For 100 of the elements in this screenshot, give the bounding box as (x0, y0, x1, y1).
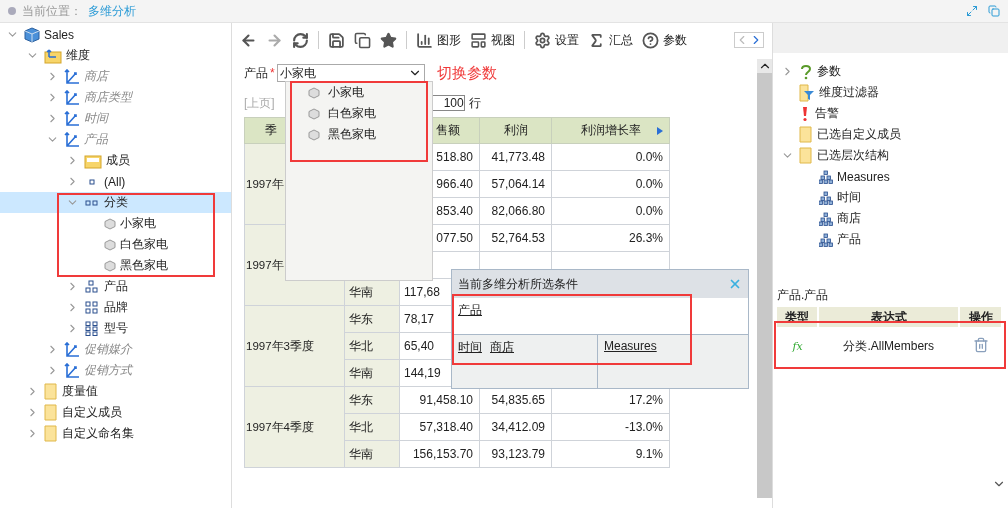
hierarchy-icon (819, 211, 833, 226)
toolbar-button[interactable]: 视图 (470, 31, 515, 49)
parameter-label: 产品 (244, 64, 268, 82)
tree-item[interactable]: 产品 (0, 276, 231, 297)
table-cell: 0.0% (551, 170, 670, 198)
close-icon[interactable] (728, 277, 742, 291)
tree-item[interactable]: 产品 (779, 229, 1008, 250)
member-icon (104, 259, 116, 272)
tree-item[interactable]: 商店类型 (0, 87, 231, 108)
document-icon (354, 31, 371, 49)
vertical-scrollbar[interactable] (757, 59, 772, 498)
column-header: 利润 (479, 117, 552, 144)
tree-item[interactable]: 黑色家电 (0, 255, 231, 276)
delete-icon[interactable] (972, 336, 989, 353)
table-cell: 93,123.79 (479, 440, 552, 468)
tree-item[interactable]: 参数 (779, 61, 1008, 82)
tree-item[interactable]: 告警 (779, 103, 1008, 124)
condition-link[interactable]: 时间 (458, 339, 482, 356)
hierarchy-icon (819, 190, 833, 205)
member-icon (104, 217, 116, 230)
toolbar-icon-button[interactable] (240, 31, 257, 49)
tree-item[interactable]: 自定义命名集 (0, 423, 231, 444)
toolbar-icon-button[interactable] (292, 31, 309, 49)
tree-item[interactable]: 时间 (779, 187, 1008, 208)
tree-item[interactable]: (All) (0, 171, 231, 192)
tree-item[interactable]: 维度 (0, 45, 231, 66)
axis-icon (64, 68, 80, 85)
tree-item[interactable]: 已选自定义成员 (779, 124, 1008, 145)
member-icon (308, 107, 320, 120)
table-cell: 41,773.48 (479, 143, 552, 171)
tree-item[interactable]: 商店 (779, 208, 1008, 229)
tree-item[interactable]: 商店 (0, 66, 231, 87)
back-icon (240, 31, 257, 49)
member-icon (308, 128, 320, 141)
member-icon (308, 86, 320, 99)
condition-link[interactable]: 商店 (490, 339, 514, 356)
breadcrumb-label: 当前位置： (22, 2, 82, 20)
scroll-arrows[interactable] (734, 32, 764, 48)
unit-label: 行 (468, 94, 481, 112)
axis-icon (64, 110, 80, 127)
toolbar-icon-button[interactable] (354, 31, 371, 49)
tree-item[interactable]: 分类 (0, 192, 231, 213)
tree-item[interactable]: 促销媒介 (0, 339, 231, 360)
tree-item[interactable]: 小家电 (0, 213, 231, 234)
folder-icon (84, 152, 102, 169)
parameter-select[interactable]: 小家电 (276, 64, 425, 82)
table-cell: 0.0% (551, 197, 670, 225)
tree-item[interactable]: 促销方式 (0, 360, 231, 381)
folder-icon (44, 424, 58, 443)
axis-icon (64, 362, 80, 379)
toolbar-button[interactable]: 参数 (642, 31, 687, 49)
level-icon (84, 320, 100, 337)
annotation-text: 切换参数 (436, 63, 497, 83)
required-mark: * (270, 66, 275, 80)
tree-item[interactable]: 成员 (0, 150, 231, 171)
save-icon (328, 31, 345, 49)
expand-triangle-icon[interactable] (657, 127, 663, 135)
axis-icon (64, 341, 80, 358)
folder-icon (44, 382, 58, 401)
star-icon (380, 31, 397, 49)
question-icon (799, 63, 813, 80)
bullet-icon (8, 7, 16, 15)
help-icon (642, 31, 659, 49)
panel-title: 产品.产品 (777, 287, 830, 304)
toolbar-button[interactable]: 设置 (534, 31, 579, 49)
toolbar-icon-button[interactable] (328, 31, 345, 49)
level-icon (84, 299, 100, 316)
toolbar-button[interactable]: 汇总 (588, 31, 633, 49)
tree-item[interactable]: 已选层次结构 (779, 145, 1008, 166)
toolbar-icon-button[interactable] (380, 31, 397, 49)
table-cell: 9.1% (551, 440, 670, 468)
tree-item[interactable]: 型号 (0, 318, 231, 339)
member-icon (104, 238, 116, 251)
type-label: fx (792, 340, 803, 353)
toolbar-button[interactable]: 图形 (416, 31, 461, 49)
hierarchy-icon (819, 232, 833, 247)
folder-icon (799, 146, 813, 165)
row-header-cell: 1997年4季度 (244, 386, 345, 468)
tree-item[interactable]: 产品 (0, 129, 231, 150)
axis-icon (64, 131, 80, 148)
table-cell: 0.0% (551, 143, 670, 171)
refresh-icon (292, 31, 309, 49)
window-icon[interactable] (988, 5, 1000, 17)
restore-icon[interactable] (966, 5, 978, 17)
tree-item[interactable]: 度量值 (0, 381, 231, 402)
condition-link[interactable]: Measures (604, 339, 657, 353)
tree-item[interactable]: 维度过滤器 (779, 82, 1008, 103)
sigma-icon (588, 31, 605, 49)
tree-item[interactable]: Sales (0, 24, 231, 45)
folder-icon (799, 125, 813, 144)
settings-icon (534, 31, 551, 49)
table-cell: 分类.AllMembers (818, 327, 960, 365)
tree-item[interactable]: 时间 (0, 108, 231, 129)
table-cell: 57,318.40 (399, 413, 480, 441)
axis-icon (64, 89, 80, 106)
tree-item[interactable]: 品牌 (0, 297, 231, 318)
tree-item[interactable]: Measures (779, 166, 1008, 187)
table-cell: 26.3% (551, 224, 670, 252)
tree-item[interactable]: 自定义成员 (0, 402, 231, 423)
tree-item[interactable]: 白色家电 (0, 234, 231, 255)
